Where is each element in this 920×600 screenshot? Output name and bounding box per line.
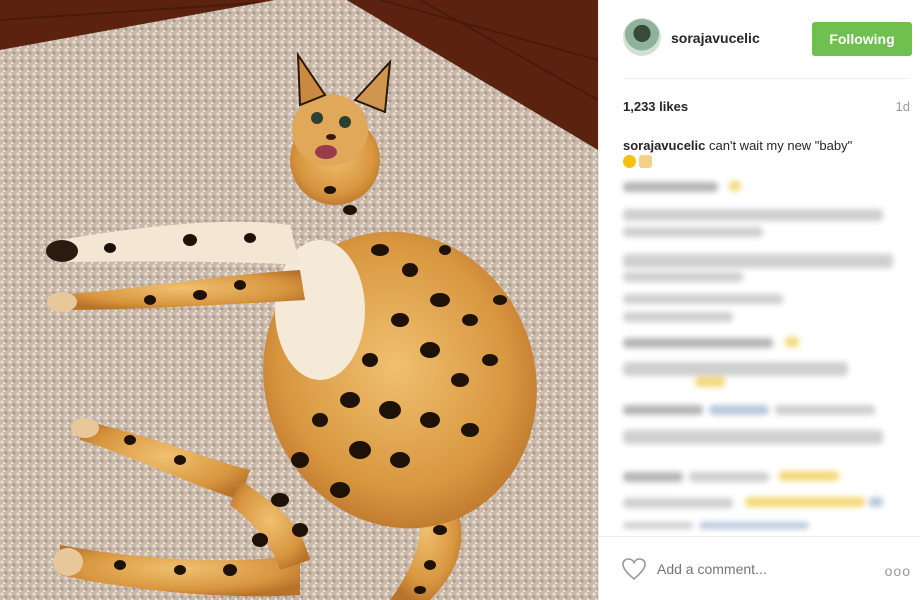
smiling-face-emoji-icon: [623, 155, 636, 169]
caption-emojis: [623, 153, 655, 169]
avatar[interactable]: [623, 18, 661, 56]
post-timestamp: 1d: [895, 99, 910, 114]
more-options-icon[interactable]: ooo: [885, 563, 911, 579]
likes-count[interactable]: 1,233 likes: [623, 99, 688, 114]
header-divider: [623, 78, 910, 79]
following-button[interactable]: Following: [812, 22, 912, 56]
post-photo[interactable]: [0, 0, 598, 600]
caption-text: can't wait my new "baby": [709, 138, 853, 153]
heart-outline-icon[interactable]: [621, 557, 647, 581]
serval-photo: [0, 0, 598, 600]
post-sidebar: sorajavucelic Following 1,233 likes 1d s…: [598, 0, 920, 600]
blurred-comments: [599, 172, 920, 532]
post-caption: sorajavucelic can't wait my new "baby": [623, 137, 913, 155]
comment-bar: ooo: [599, 536, 920, 600]
post-header: sorajavucelic Following: [599, 0, 920, 78]
add-comment-input[interactable]: [657, 559, 867, 579]
username[interactable]: sorajavucelic: [671, 30, 760, 46]
hand-emoji-icon: [639, 155, 652, 169]
caption-username[interactable]: sorajavucelic: [623, 138, 705, 153]
